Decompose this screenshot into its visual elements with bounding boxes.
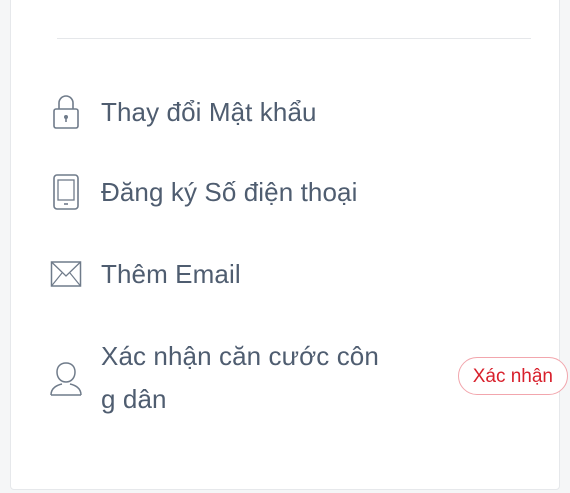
confirm-button[interactable]: Xác nhận — [457, 357, 568, 395]
verify-id-item[interactable]: Xác nhận căn cước công dân Xác nhận — [49, 335, 568, 421]
register-phone-label: Đăng ký Số điện thoại — [101, 176, 358, 207]
add-email-label: Thêm Email — [101, 258, 241, 289]
lock-icon — [49, 93, 83, 131]
divider — [57, 38, 531, 39]
envelope-icon — [49, 255, 83, 293]
add-email-item[interactable]: Thêm Email — [49, 255, 241, 293]
account-security-panel: Thay đổi Mật khẩu Đăng ký Số điện thoại … — [10, 0, 568, 490]
change-password-item[interactable]: Thay đổi Mật khẩu — [49, 93, 317, 131]
register-phone-item[interactable]: Đăng ký Số điện thoại — [49, 173, 358, 211]
phone-icon — [49, 173, 83, 211]
change-password-label: Thay đổi Mật khẩu — [101, 96, 317, 127]
verify-id-label: Xác nhận căn cước công dân — [101, 341, 379, 414]
user-icon — [49, 359, 83, 397]
